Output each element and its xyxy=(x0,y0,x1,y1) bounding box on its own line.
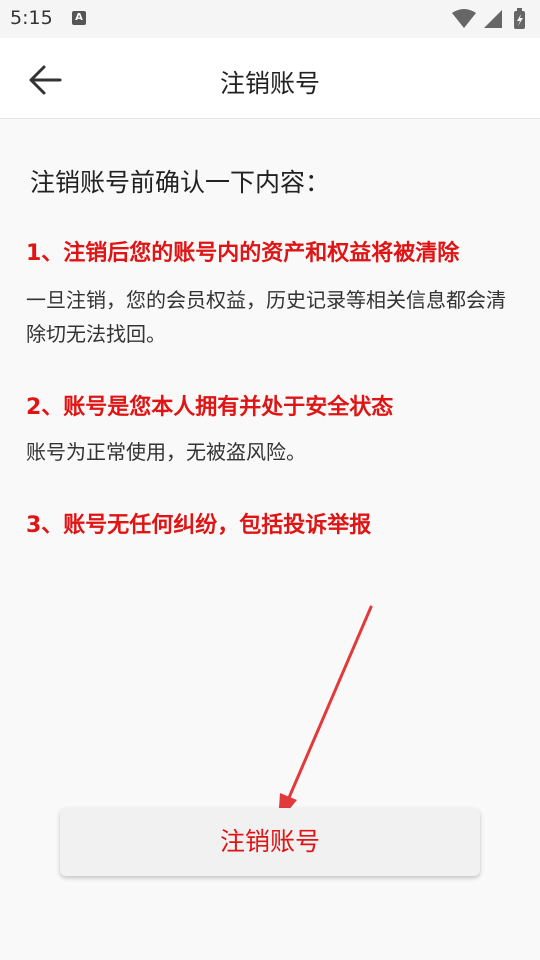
requirement-2-title: 2、账号是您本人拥有并处于安全状态 xyxy=(26,395,394,420)
confirmation-heading: 注销账号前确认一下内容： xyxy=(30,168,331,197)
requirement-3-title: 3、账号无任何纠纷，包括投诉举报 xyxy=(26,513,372,538)
requirement-2-description: 账号为正常使用，无被盗风险。 xyxy=(26,440,306,464)
page-title: 注销账号 xyxy=(219,69,320,98)
notification-icon: A xyxy=(72,11,86,25)
wifi-icon xyxy=(452,9,476,28)
signal-icon xyxy=(484,10,502,28)
status-icons xyxy=(452,8,525,29)
requirement-1-title: 1、注销后您的账号内的资产和权益将被清除 xyxy=(26,241,460,266)
cancel-account-button[interactable]: 注销账号 xyxy=(60,808,480,876)
requirement-1-description: 一旦注销，您的会员权益，历史记录等相关信息都会清除切无法找回。 xyxy=(26,288,506,346)
status-bar: 5:15 A xyxy=(0,0,540,38)
status-time: 5:15 xyxy=(10,7,53,29)
app-bar: 注销账号 xyxy=(0,38,540,119)
